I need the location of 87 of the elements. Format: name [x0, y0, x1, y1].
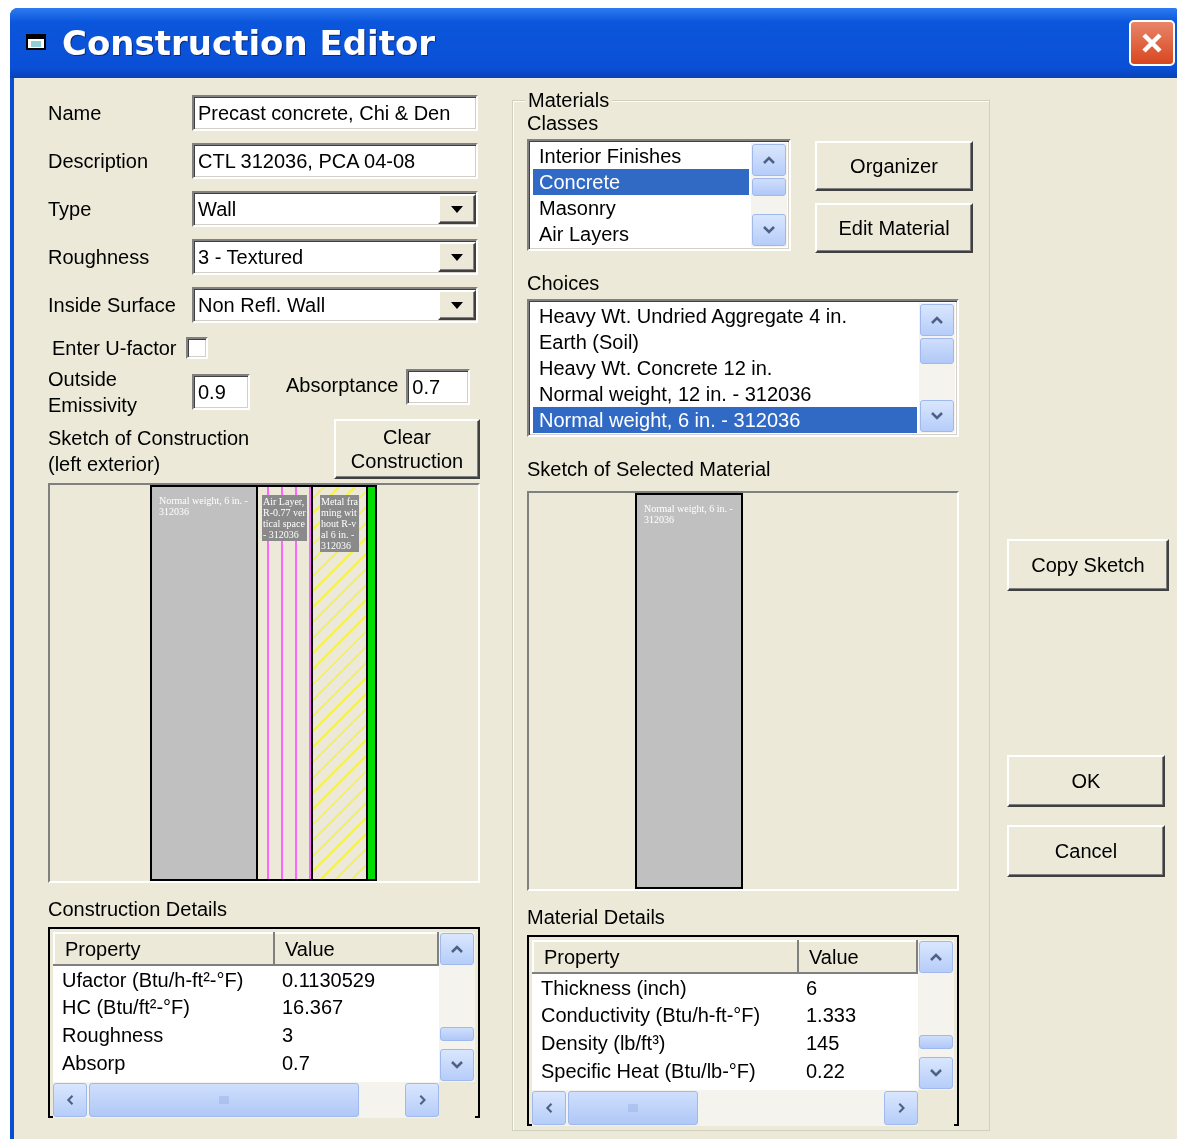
dialog-button[interactable]: Copy Sketch	[1007, 539, 1169, 591]
value-cell-text: 3	[281, 1023, 295, 1048]
dialog-button[interactable]: Cancel	[1007, 825, 1165, 877]
text-field[interactable]: Precast concrete, Chi & Den	[192, 95, 478, 131]
list-item[interactable]: Air Layers	[533, 221, 749, 247]
scroll-left-button[interactable]	[532, 1091, 566, 1125]
scroll-up-button[interactable]	[752, 144, 786, 176]
value-cell-text: 145	[805, 1031, 841, 1056]
scroll-down-button[interactable]	[919, 1057, 953, 1089]
dropdown-button[interactable]	[438, 290, 476, 320]
list-item[interactable]: Heavy Wt. Undried Aggregate 4 in.	[533, 303, 917, 329]
scrollbar-thumb[interactable]	[568, 1091, 698, 1125]
section-label: Choices	[527, 271, 600, 295]
scroll-down-button[interactable]	[920, 400, 954, 432]
value-cell-text: 0.7	[281, 1051, 311, 1076]
property-cell-text: Specific Heat (Btu/lb-°F)	[540, 1059, 757, 1084]
list-item[interactable]: Earth (Soil)	[533, 329, 917, 355]
list-item[interactable]: Normal weight, 6 in. - 312036	[533, 407, 917, 433]
column-header[interactable]: Value	[798, 941, 917, 973]
value-cell-text: 0.22	[805, 1059, 846, 1084]
dropdown[interactable]: Non Refl. Wall	[192, 287, 478, 323]
section-label: Classes	[527, 111, 599, 135]
property-cell-text: HC (Btu/ft²-°F)	[61, 995, 191, 1020]
scroll-down-button[interactable]	[752, 214, 786, 246]
field-label: Inside Surface	[48, 293, 177, 317]
text-field[interactable]: 0.7	[406, 369, 471, 405]
list-item[interactable]: Interior Finishes	[533, 143, 749, 169]
window-title: Construction Editor	[62, 23, 437, 63]
column-header[interactable]: Property	[54, 933, 274, 965]
property-cell: Ufactor (Btu/h-ft²-°F)	[54, 965, 274, 993]
field-label: Description	[48, 149, 150, 173]
list-item[interactable]: Normal weight, 12 in. - 312036	[533, 381, 917, 407]
scroll-up-button[interactable]	[919, 941, 953, 973]
caret-icon	[451, 205, 463, 213]
checkbox[interactable]	[186, 337, 209, 359]
value-cell: 0.1130529	[274, 965, 438, 993]
scroll-up-button[interactable]	[440, 933, 474, 965]
layer-label: Air Layer, R-0.77 vertical space - 312036	[262, 495, 307, 541]
section-label: Construction Details	[48, 897, 228, 921]
scrollbar-thumb[interactable]	[919, 1035, 953, 1049]
property-cell-text: Absorp	[61, 1051, 127, 1076]
list-item[interactable]: Heavy Wt. Concrete 12 in.	[533, 355, 917, 381]
section-label: Sketch of Selected Material	[527, 457, 771, 481]
field-label: Roughness	[48, 245, 151, 269]
property-cell-text: Roughness	[61, 1023, 165, 1048]
clear-construction-button[interactable]: Clear Construction	[334, 419, 480, 479]
caret-icon	[451, 253, 463, 261]
scrollbar-thumb[interactable]	[920, 338, 954, 364]
field-label: Name	[48, 101, 103, 125]
scroll-left-button[interactable]	[53, 1083, 87, 1117]
checkbox-label: Enter U-factor	[52, 336, 177, 360]
dialog-button[interactable]: Edit Material	[815, 203, 973, 253]
section-label: Sketch of Construction (left exterior)	[48, 426, 251, 477]
close-icon	[1140, 31, 1164, 55]
dropdown[interactable]: 3 - Textured	[192, 239, 478, 275]
field-label: Type	[48, 197, 93, 221]
list-item[interactable]: Masonry	[533, 195, 749, 221]
scroll-up-button[interactable]	[920, 304, 954, 336]
property-cell-text: Conductivity (Btu/h-ft-°F)	[540, 1003, 762, 1028]
scrollbar-thumb[interactable]	[440, 1027, 474, 1041]
window-icon	[26, 34, 48, 52]
list-item[interactable]: Concrete	[533, 169, 749, 195]
field-label: Outside Emissivity	[48, 367, 138, 418]
layer-label: Metal framing without R-val 6 in. - 312036	[320, 495, 359, 552]
column-header[interactable]: Property	[533, 941, 798, 973]
column-header[interactable]: Value	[274, 933, 438, 965]
grip-icon	[628, 1103, 638, 1113]
dropdown-button[interactable]	[438, 194, 476, 224]
text-field[interactable]: 0.9	[192, 374, 250, 410]
dialog-button[interactable]: OK	[1007, 755, 1165, 807]
caret-icon	[451, 301, 463, 309]
property-cell-text: Density (lb/ft³)	[540, 1031, 667, 1056]
dialog-button[interactable]: Organizer	[815, 141, 973, 191]
value-cell: 6	[798, 973, 917, 1001]
property-cell: Thickness (inch)	[533, 973, 798, 1001]
close-button[interactable]	[1129, 20, 1175, 66]
scrollbar-thumb[interactable]	[89, 1083, 359, 1117]
dropdown-button[interactable]	[438, 242, 476, 272]
value-cell-text: 16.367	[281, 995, 345, 1020]
scrollbar-thumb[interactable]	[752, 178, 786, 196]
scroll-down-button[interactable]	[440, 1049, 474, 1081]
dropdown[interactable]: Wall	[192, 191, 478, 227]
value-cell-text: 1.333	[805, 1003, 858, 1028]
section-label: Material Details	[527, 905, 665, 929]
field-label: Absorptance	[286, 373, 399, 397]
grip-icon	[219, 1095, 229, 1105]
text-field[interactable]: CTL 312036, PCA 04-08	[192, 143, 478, 179]
